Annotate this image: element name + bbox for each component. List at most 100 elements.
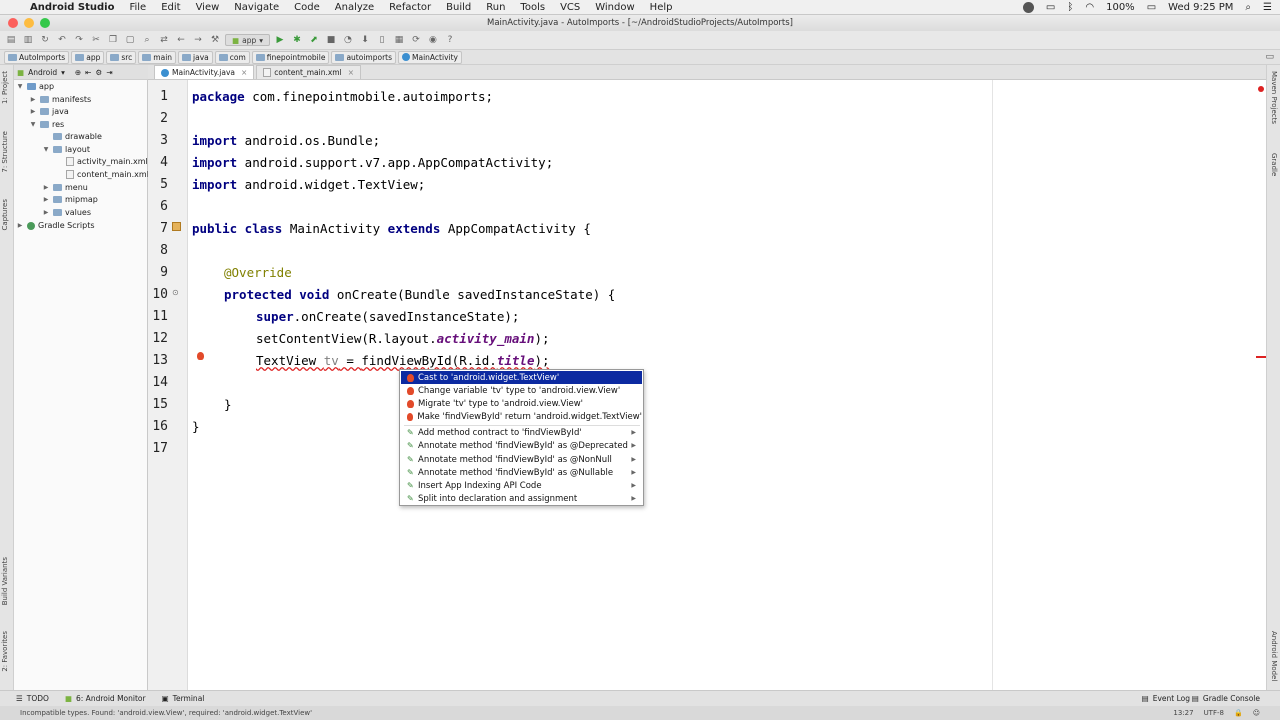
- tool-tab-favorites[interactable]: 2: Favorites: [1, 631, 9, 672]
- breadcrumb-item-java[interactable]: java: [178, 50, 213, 64]
- replace-icon[interactable]: ⇄: [157, 34, 171, 46]
- tree-item-layout[interactable]: ▼ layout: [42, 145, 90, 154]
- implements-marker-icon[interactable]: ⊙: [172, 288, 179, 297]
- intention-item-change-variable-type[interactable]: Change variable 'tv' type to 'android.vi…: [401, 384, 642, 397]
- intention-item-nonnull[interactable]: ✎ Annotate method 'findViewById' as @Non…: [401, 453, 642, 466]
- bluetooth-icon[interactable]: ᛒ: [1067, 2, 1073, 13]
- tree-item-java[interactable]: ▶ java: [29, 107, 69, 116]
- tool-tab-captures[interactable]: Captures: [1, 199, 9, 230]
- intention-item-add-contract[interactable]: ✎ Add method contract to 'findViewById' …: [401, 426, 642, 439]
- redo-icon[interactable]: ↷: [72, 34, 86, 46]
- breadcrumb-item-autoimports-pkg[interactable]: autoimports: [331, 50, 397, 64]
- chevron-right-icon[interactable]: ▶: [29, 108, 37, 115]
- run-icon[interactable]: ▶: [273, 34, 287, 46]
- breadcrumb-item-autoimports[interactable]: AutoImports: [4, 50, 70, 64]
- intention-item-split-declaration[interactable]: ✎ Split into declaration and assignment …: [401, 492, 642, 505]
- paste-icon[interactable]: ▢: [123, 34, 137, 46]
- scroll-from-source-icon[interactable]: ⊕: [75, 68, 81, 77]
- tree-item-drawable[interactable]: drawable: [42, 132, 102, 141]
- tool-tab-structure[interactable]: 7: Structure: [1, 131, 9, 173]
- intention-item-cast[interactable]: Cast to 'android.widget.TextView': [401, 371, 642, 384]
- wifi-icon[interactable]: ◠: [1085, 2, 1094, 13]
- menu-vcs[interactable]: VCS: [560, 2, 580, 13]
- intention-item-app-indexing[interactable]: ✎ Insert App Indexing API Code ▶: [401, 479, 642, 492]
- run-configuration-select[interactable]: ■ app ▾: [225, 34, 270, 46]
- spotlight-icon[interactable]: ⌕: [1245, 2, 1251, 13]
- intention-item-deprecated[interactable]: ✎ Annotate method 'findViewById' as @Dep…: [401, 439, 642, 452]
- zoom-window-icon[interactable]: [40, 18, 50, 28]
- chevron-right-icon[interactable]: ▶: [42, 209, 50, 216]
- sync-icon[interactable]: ↻: [38, 34, 52, 46]
- cut-icon[interactable]: ✂: [89, 34, 103, 46]
- minimize-window-icon[interactable]: [24, 18, 34, 28]
- tree-item-activity-main-xml[interactable]: activity_main.xml: [66, 157, 148, 166]
- chevron-right-icon[interactable]: ▶: [42, 196, 50, 203]
- tree-item-app[interactable]: ▼ app: [16, 82, 54, 91]
- menu-view[interactable]: View: [196, 2, 220, 13]
- open-icon[interactable]: ▤: [4, 34, 18, 46]
- chevron-down-icon[interactable]: ▼: [16, 83, 24, 90]
- find-icon[interactable]: ⌕: [140, 34, 154, 46]
- chevron-down-icon[interactable]: ▼: [29, 121, 37, 128]
- tree-item-res[interactable]: ▼ res: [29, 120, 65, 129]
- file-encoding[interactable]: UTF-8: [1204, 709, 1224, 717]
- tree-item-content-main-xml[interactable]: content_main.xml: [66, 170, 149, 179]
- restore-layout-icon[interactable]: ▭: [1265, 52, 1274, 62]
- error-highlight[interactable]: TextView tv = findViewById(R.id.title);: [256, 353, 550, 368]
- menu-code[interactable]: Code: [294, 2, 320, 13]
- breadcrumb-item-src[interactable]: src: [106, 50, 137, 64]
- tab-mainactivity-java[interactable]: MainActivity.java ×: [154, 65, 255, 79]
- clock[interactable]: Wed 9:25 PM: [1168, 2, 1233, 13]
- menu-navigate[interactable]: Navigate: [234, 2, 279, 13]
- gradle-sync-icon[interactable]: ⟳: [409, 34, 423, 46]
- tool-tab-gradle-console[interactable]: ▤ Gradle Console: [1192, 694, 1260, 703]
- stop-icon[interactable]: ■: [324, 34, 338, 46]
- menu-edit[interactable]: Edit: [161, 2, 180, 13]
- menu-refactor[interactable]: Refactor: [389, 2, 431, 13]
- help-icon[interactable]: ?: [443, 34, 457, 46]
- chevron-down-icon[interactable]: ▼: [42, 146, 50, 153]
- tool-tab-gradle[interactable]: Gradle: [1270, 153, 1278, 176]
- lock-icon[interactable]: 🔒: [1234, 709, 1243, 717]
- menu-window[interactable]: Window: [595, 2, 634, 13]
- tool-tab-event-log[interactable]: ▤ Event Log: [1142, 694, 1190, 703]
- back-icon[interactable]: ←: [174, 34, 188, 46]
- error-indicator-icon[interactable]: [1258, 86, 1264, 92]
- profile-icon[interactable]: ◔: [341, 34, 355, 46]
- menu-help[interactable]: Help: [650, 2, 673, 13]
- close-icon[interactable]: ×: [241, 68, 247, 77]
- editor-gutter[interactable]: 1 2 3 4 5 6 7 8 9 10 11 12 13 14 15 16 1…: [148, 80, 204, 690]
- chevron-right-icon[interactable]: ▶: [29, 96, 37, 103]
- sdk-manager-icon[interactable]: ⬇: [358, 34, 372, 46]
- breadcrumb-item-mainactivity[interactable]: MainActivity: [398, 50, 462, 64]
- tree-item-manifests[interactable]: ▶ manifests: [29, 95, 92, 104]
- tool-tab-android-monitor[interactable]: ■ 6: Android Monitor: [65, 694, 146, 703]
- tool-tab-terminal[interactable]: ▣ Terminal: [162, 694, 205, 703]
- gear-icon[interactable]: ⚙: [95, 68, 102, 77]
- menu-tools[interactable]: Tools: [520, 2, 545, 13]
- chevron-right-icon[interactable]: ▶: [16, 222, 24, 229]
- hide-panel-icon[interactable]: ⇥: [106, 68, 112, 77]
- intention-item-nullable[interactable]: ✎ Annotate method 'findViewById' as @Nul…: [401, 466, 642, 479]
- close-icon[interactable]: ×: [348, 68, 354, 77]
- breadcrumb-item-app[interactable]: app: [71, 50, 105, 64]
- tool-tab-project[interactable]: 1: Project: [1, 71, 9, 104]
- avd-manager-icon[interactable]: ▯: [375, 34, 389, 46]
- error-stripe-mark[interactable]: [1256, 356, 1266, 358]
- attach-debugger-icon[interactable]: ⬈: [307, 34, 321, 46]
- tool-tab-maven-projects[interactable]: Maven Projects: [1270, 71, 1278, 124]
- close-window-icon[interactable]: [8, 18, 18, 28]
- intention-item-make-return[interactable]: Make 'findViewById' return 'android.widg…: [401, 410, 642, 423]
- chevron-right-icon[interactable]: ▶: [42, 184, 50, 191]
- menu-run[interactable]: Run: [486, 2, 505, 13]
- menu-build[interactable]: Build: [446, 2, 471, 13]
- inspector-icon[interactable]: ☺: [1253, 709, 1260, 717]
- copy-icon[interactable]: ❐: [106, 34, 120, 46]
- tool-tab-android-model[interactable]: Android Model: [1270, 631, 1278, 681]
- tree-item-menu[interactable]: ▶ menu: [42, 183, 88, 192]
- breadcrumb-item-com[interactable]: com: [214, 50, 250, 64]
- intention-item-migrate-type[interactable]: Migrate 'tv' type to 'android.view.View': [401, 397, 642, 410]
- tab-content-main-xml[interactable]: content_main.xml ×: [256, 65, 361, 79]
- android-device-monitor-icon[interactable]: ◉: [426, 34, 440, 46]
- chevron-down-icon[interactable]: ▾: [61, 68, 65, 77]
